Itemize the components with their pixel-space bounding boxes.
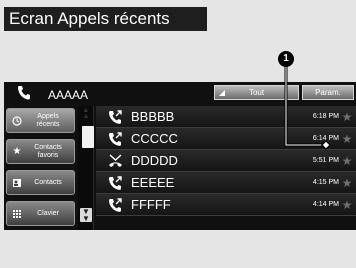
favorite-star-icon[interactable]: ★ [340, 176, 354, 190]
call-time: 6:14 PM [312, 135, 339, 142]
favorite-star-icon[interactable]: ★ [340, 132, 354, 146]
call-time: 6:18 PM [312, 113, 339, 120]
call-time: 4:14 PM [312, 201, 339, 208]
scroll-down-icon[interactable]: ▼ ▼ [80, 208, 92, 223]
keypad-icon [13, 210, 21, 218]
dropdown-corner-icon [219, 90, 225, 96]
sidebar-item-recent-calls[interactable]: Appels récents [6, 108, 75, 133]
settings-button[interactable]: Param. [302, 85, 354, 100]
caller-name: BBBBB [131, 109, 175, 124]
call-time: 5:51 PM [312, 157, 339, 164]
phone-screen: AAAAA Tout Param. Appels récents ★ Conta… [4, 82, 356, 230]
outgoing-call-icon [109, 132, 122, 146]
call-time: 4:15 PM [312, 179, 339, 186]
contacts-icon [13, 179, 21, 187]
clock-icon [12, 116, 22, 126]
sidebar: Appels récents ★ Contacts favoris Contac… [4, 106, 76, 230]
all-filter-button[interactable]: Tout [214, 85, 299, 100]
scroll-thumb[interactable] [82, 126, 94, 148]
sidebar-item-label: Contacts [34, 178, 62, 186]
call-row[interactable]: FFFFF 4:14 PM ★ [96, 194, 356, 216]
caller-name: FFFFF [131, 197, 171, 212]
scroll-up-icon[interactable]: ▲ ▲ [82, 107, 90, 120]
favorite-star-icon[interactable]: ★ [340, 154, 354, 168]
device-name: AAAAA [48, 88, 89, 102]
outgoing-call-icon [109, 198, 122, 212]
phone-icon [18, 86, 30, 100]
favorite-star-icon[interactable]: ★ [340, 198, 354, 212]
caller-name: EEEEE [131, 175, 175, 190]
page-title: Ecran Appels récents [4, 7, 207, 31]
sidebar-item-label: Appels récents [36, 112, 60, 128]
all-filter-label: Tout [248, 88, 265, 97]
sidebar-item-favorite-contacts[interactable]: ★ Contacts favoris [6, 139, 75, 164]
list-scrollbar[interactable]: ▲ ▲ ▼ ▼ [78, 106, 94, 230]
sidebar-item-contacts[interactable]: Contacts [6, 170, 75, 195]
sidebar-item-label: Clavier [37, 209, 59, 217]
call-row[interactable]: EEEEE 4:15 PM ★ [96, 172, 356, 194]
call-row[interactable]: DDDDD 5:51 PM ★ [96, 150, 356, 172]
call-row[interactable]: CCCCC 6:14 PM ★ [96, 128, 356, 150]
caller-name: DDDDD [131, 153, 178, 168]
outgoing-call-icon [109, 176, 122, 190]
recent-calls-list: BBBBB 6:18 PM ★ CCCCC 6:14 PM ★ DDDDD 5:… [96, 106, 356, 230]
caller-name: CCCCC [131, 131, 178, 146]
sidebar-item-keypad[interactable]: Clavier [6, 201, 75, 226]
sidebar-item-label: Contacts favoris [34, 143, 62, 159]
callout-badge: 1 [278, 51, 294, 67]
missed-call-icon [109, 154, 122, 167]
call-row[interactable]: BBBBB 6:18 PM ★ [96, 106, 356, 128]
top-bar: AAAAA Tout Param. [4, 82, 356, 104]
star-icon: ★ [12, 146, 22, 157]
outgoing-call-icon [109, 110, 122, 124]
favorite-star-icon[interactable]: ★ [340, 110, 354, 124]
